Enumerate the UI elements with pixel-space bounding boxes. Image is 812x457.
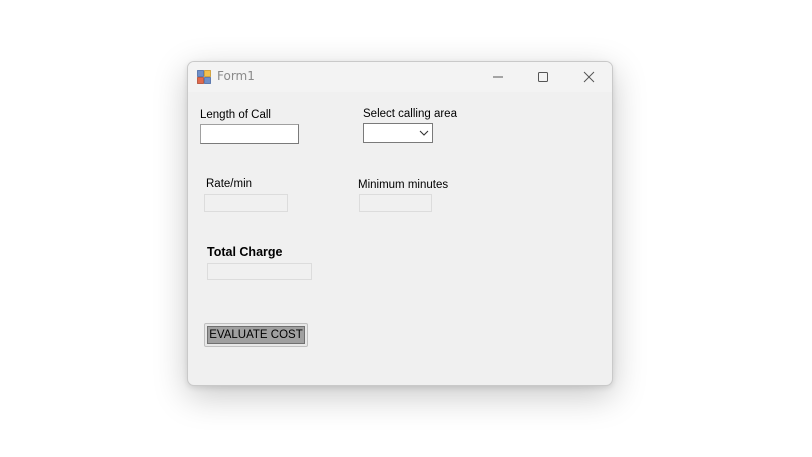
minimum-minutes-label: Minimum minutes: [358, 179, 449, 191]
calling-area-label: Select calling area: [363, 108, 457, 120]
length-of-call-input[interactable]: [200, 124, 299, 144]
window-title: Form1: [217, 69, 255, 83]
minimize-button[interactable]: [475, 62, 521, 92]
minimize-icon: [493, 76, 503, 78]
rate-per-min-output: [204, 194, 288, 212]
maximize-button[interactable]: [520, 62, 566, 92]
minimum-minutes-output: [359, 194, 432, 212]
calling-area-dropdown[interactable]: [363, 123, 433, 143]
evaluate-cost-button-label: EVALUATE COST: [207, 326, 305, 344]
close-button[interactable]: [566, 62, 612, 92]
form-app-icon: [197, 69, 211, 84]
form1-window: Form1 Length of Call Select calling area: [187, 61, 613, 386]
rate-per-min-label: Rate/min: [206, 178, 253, 190]
evaluate-cost-button[interactable]: EVALUATE COST: [204, 323, 308, 347]
length-of-call-label: Length of Call: [200, 109, 271, 121]
chevron-down-icon: [419, 130, 429, 136]
close-icon: [583, 71, 595, 83]
total-charge-label: Total Charge: [207, 245, 283, 259]
maximize-icon: [538, 72, 548, 82]
title-bar[interactable]: Form1: [188, 62, 612, 92]
total-charge-output: [207, 263, 312, 280]
